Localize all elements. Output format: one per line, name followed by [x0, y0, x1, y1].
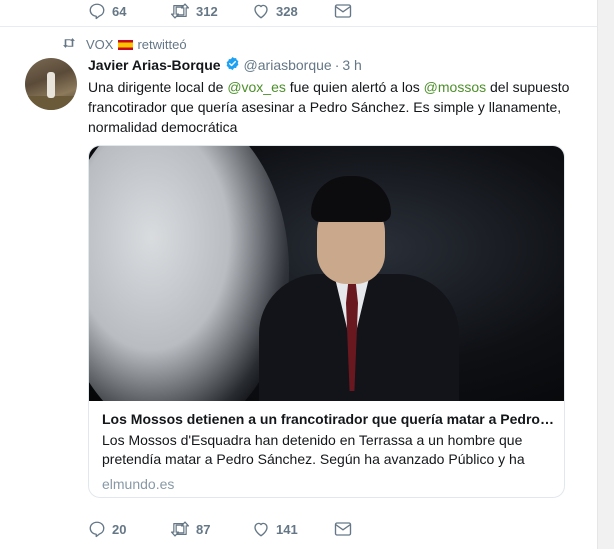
author-name[interactable]: Javier Arias-Borque: [88, 57, 221, 73]
like-icon: [252, 520, 270, 538]
previous-tweet: 64 312 328: [0, 0, 598, 27]
tweet-actions: 20 87 141: [88, 518, 352, 540]
reply-count: 64: [112, 3, 127, 19]
retweet-icon: [170, 520, 190, 538]
link-card[interactable]: Los Mossos detienen a un francotirador q…: [88, 145, 565, 498]
like-icon: [252, 2, 270, 20]
tweet-header: Javier Arias-Borque @ariasborque · 3 h: [88, 56, 362, 74]
reply-button[interactable]: 64: [88, 2, 170, 20]
mention-link[interactable]: @mossos: [424, 79, 486, 95]
avatar[interactable]: [25, 58, 77, 110]
retweet-context: VOX retwitteó: [62, 37, 187, 52]
tweet[interactable]: VOX retwitteó Javier Arias-Borque @arias…: [0, 27, 598, 549]
reply-icon: [88, 2, 106, 20]
spain-flag-icon: [118, 39, 134, 50]
tweet-text-part: Una dirigente local de: [88, 79, 228, 95]
like-button[interactable]: 141: [252, 520, 334, 538]
tweet-text-part: fue quien alertó a los: [285, 79, 424, 95]
direct-message-button[interactable]: [334, 3, 352, 19]
like-count: 141: [276, 521, 298, 537]
like-count: 328: [276, 3, 298, 19]
like-button[interactable]: 328: [252, 2, 334, 20]
verified-badge-icon: [225, 56, 240, 74]
retweet-button[interactable]: 312: [170, 2, 252, 20]
card-description: Los Mossos d'Esquadra han detenido en Te…: [102, 432, 525, 467]
scrollbar[interactable]: [597, 0, 614, 549]
retweeter-name[interactable]: VOX: [86, 37, 113, 52]
retweet-icon: [62, 37, 76, 52]
direct-message-button[interactable]: [334, 521, 352, 537]
card-body: Los Mossos detienen a un francotirador q…: [102, 401, 557, 492]
direct-message-icon: [334, 3, 352, 19]
direct-message-icon: [334, 521, 352, 537]
card-title: Los Mossos detienen a un francotirador q…: [102, 411, 557, 427]
previous-tweet-actions: 64 312 328: [88, 0, 352, 22]
author-handle[interactable]: @ariasborque: [244, 57, 332, 73]
reply-button[interactable]: 20: [88, 520, 170, 538]
retweet-icon: [170, 2, 190, 20]
card-image: [89, 146, 564, 401]
reply-icon: [88, 520, 106, 538]
card-domain: elmundo.es: [102, 476, 175, 492]
tweet-timestamp[interactable]: 3 h: [342, 57, 361, 73]
retweet-label: retwitteó: [137, 37, 187, 52]
retweet-count: 87: [196, 521, 211, 537]
reply-count: 20: [112, 521, 127, 537]
retweet-button[interactable]: 87: [170, 520, 252, 538]
tweet-text: Una dirigente local de @vox_es fue quien…: [88, 77, 578, 137]
separator-dot: ·: [334, 57, 340, 73]
mention-link[interactable]: @vox_es: [227, 79, 286, 95]
retweet-count: 312: [196, 3, 218, 19]
